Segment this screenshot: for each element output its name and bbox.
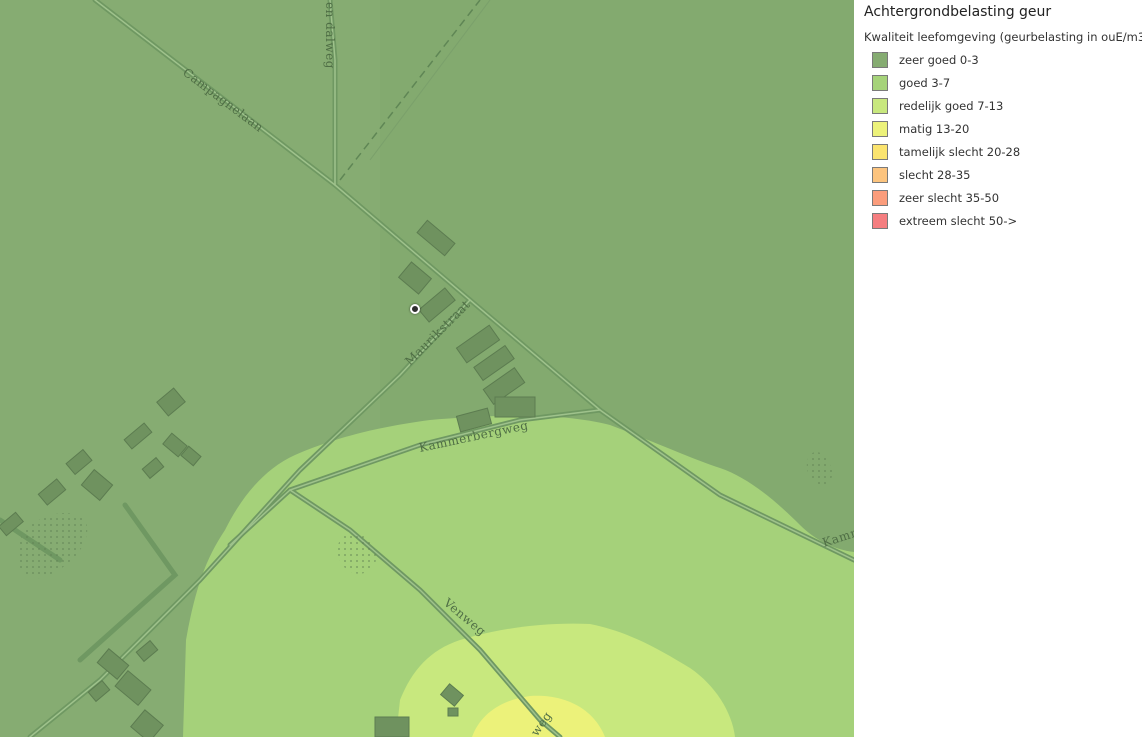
location-marker[interactable] xyxy=(410,304,420,314)
legend-swatch xyxy=(872,51,888,68)
legend-label: tamelijk slecht 20-28 xyxy=(899,144,1021,159)
legend-swatch xyxy=(872,212,888,229)
legend-label: slecht 28-35 xyxy=(899,167,971,182)
legend-item: zeer goed 0-3 xyxy=(872,48,1020,71)
legend-label: zeer slecht 35-50 xyxy=(899,190,1000,205)
legend-swatch xyxy=(872,120,888,137)
legend-item: goed 3-7 xyxy=(872,71,1020,94)
legend-item: extreem slecht 50-> xyxy=(872,209,1020,232)
legend-swatch xyxy=(872,97,888,114)
legend-item: redelijk goed 7-13 xyxy=(872,94,1020,117)
legend-item: slecht 28-35 xyxy=(872,163,1020,186)
legend-swatch xyxy=(872,166,888,183)
map-canvas[interactable]: Campagnelaan en dalweg Maurikstraat Kamm… xyxy=(0,0,854,737)
legend-label: zeer goed 0-3 xyxy=(899,52,979,67)
street-label-en-dalweg: en dalweg xyxy=(323,2,337,69)
legend-list: zeer goed 0-3 goed 3-7 redelijk goed 7-1… xyxy=(872,48,1020,232)
legend-swatch xyxy=(872,143,888,160)
map-view[interactable]: Campagnelaan en dalweg Maurikstraat Kamm… xyxy=(0,0,854,737)
legend-label: matig 13-20 xyxy=(899,121,970,136)
legend-panel: Achtergrondbelasting geur Kwaliteit leef… xyxy=(854,0,1142,737)
legend-label: goed 3-7 xyxy=(899,75,951,90)
legend-item: matig 13-20 xyxy=(872,117,1020,140)
legend-label: extreem slecht 50-> xyxy=(899,213,1018,228)
legend-label: redelijk goed 7-13 xyxy=(899,98,1004,113)
legend-swatch xyxy=(872,189,888,206)
legend-subtitle: Kwaliteit leefomgeving (geurbelasting in… xyxy=(864,30,1142,44)
legend-title: Achtergrondbelasting geur xyxy=(864,4,1052,20)
legend-item: tamelijk slecht 20-28 xyxy=(872,140,1020,163)
legend-swatch xyxy=(872,74,888,91)
legend-item: zeer slecht 35-50 xyxy=(872,186,1020,209)
